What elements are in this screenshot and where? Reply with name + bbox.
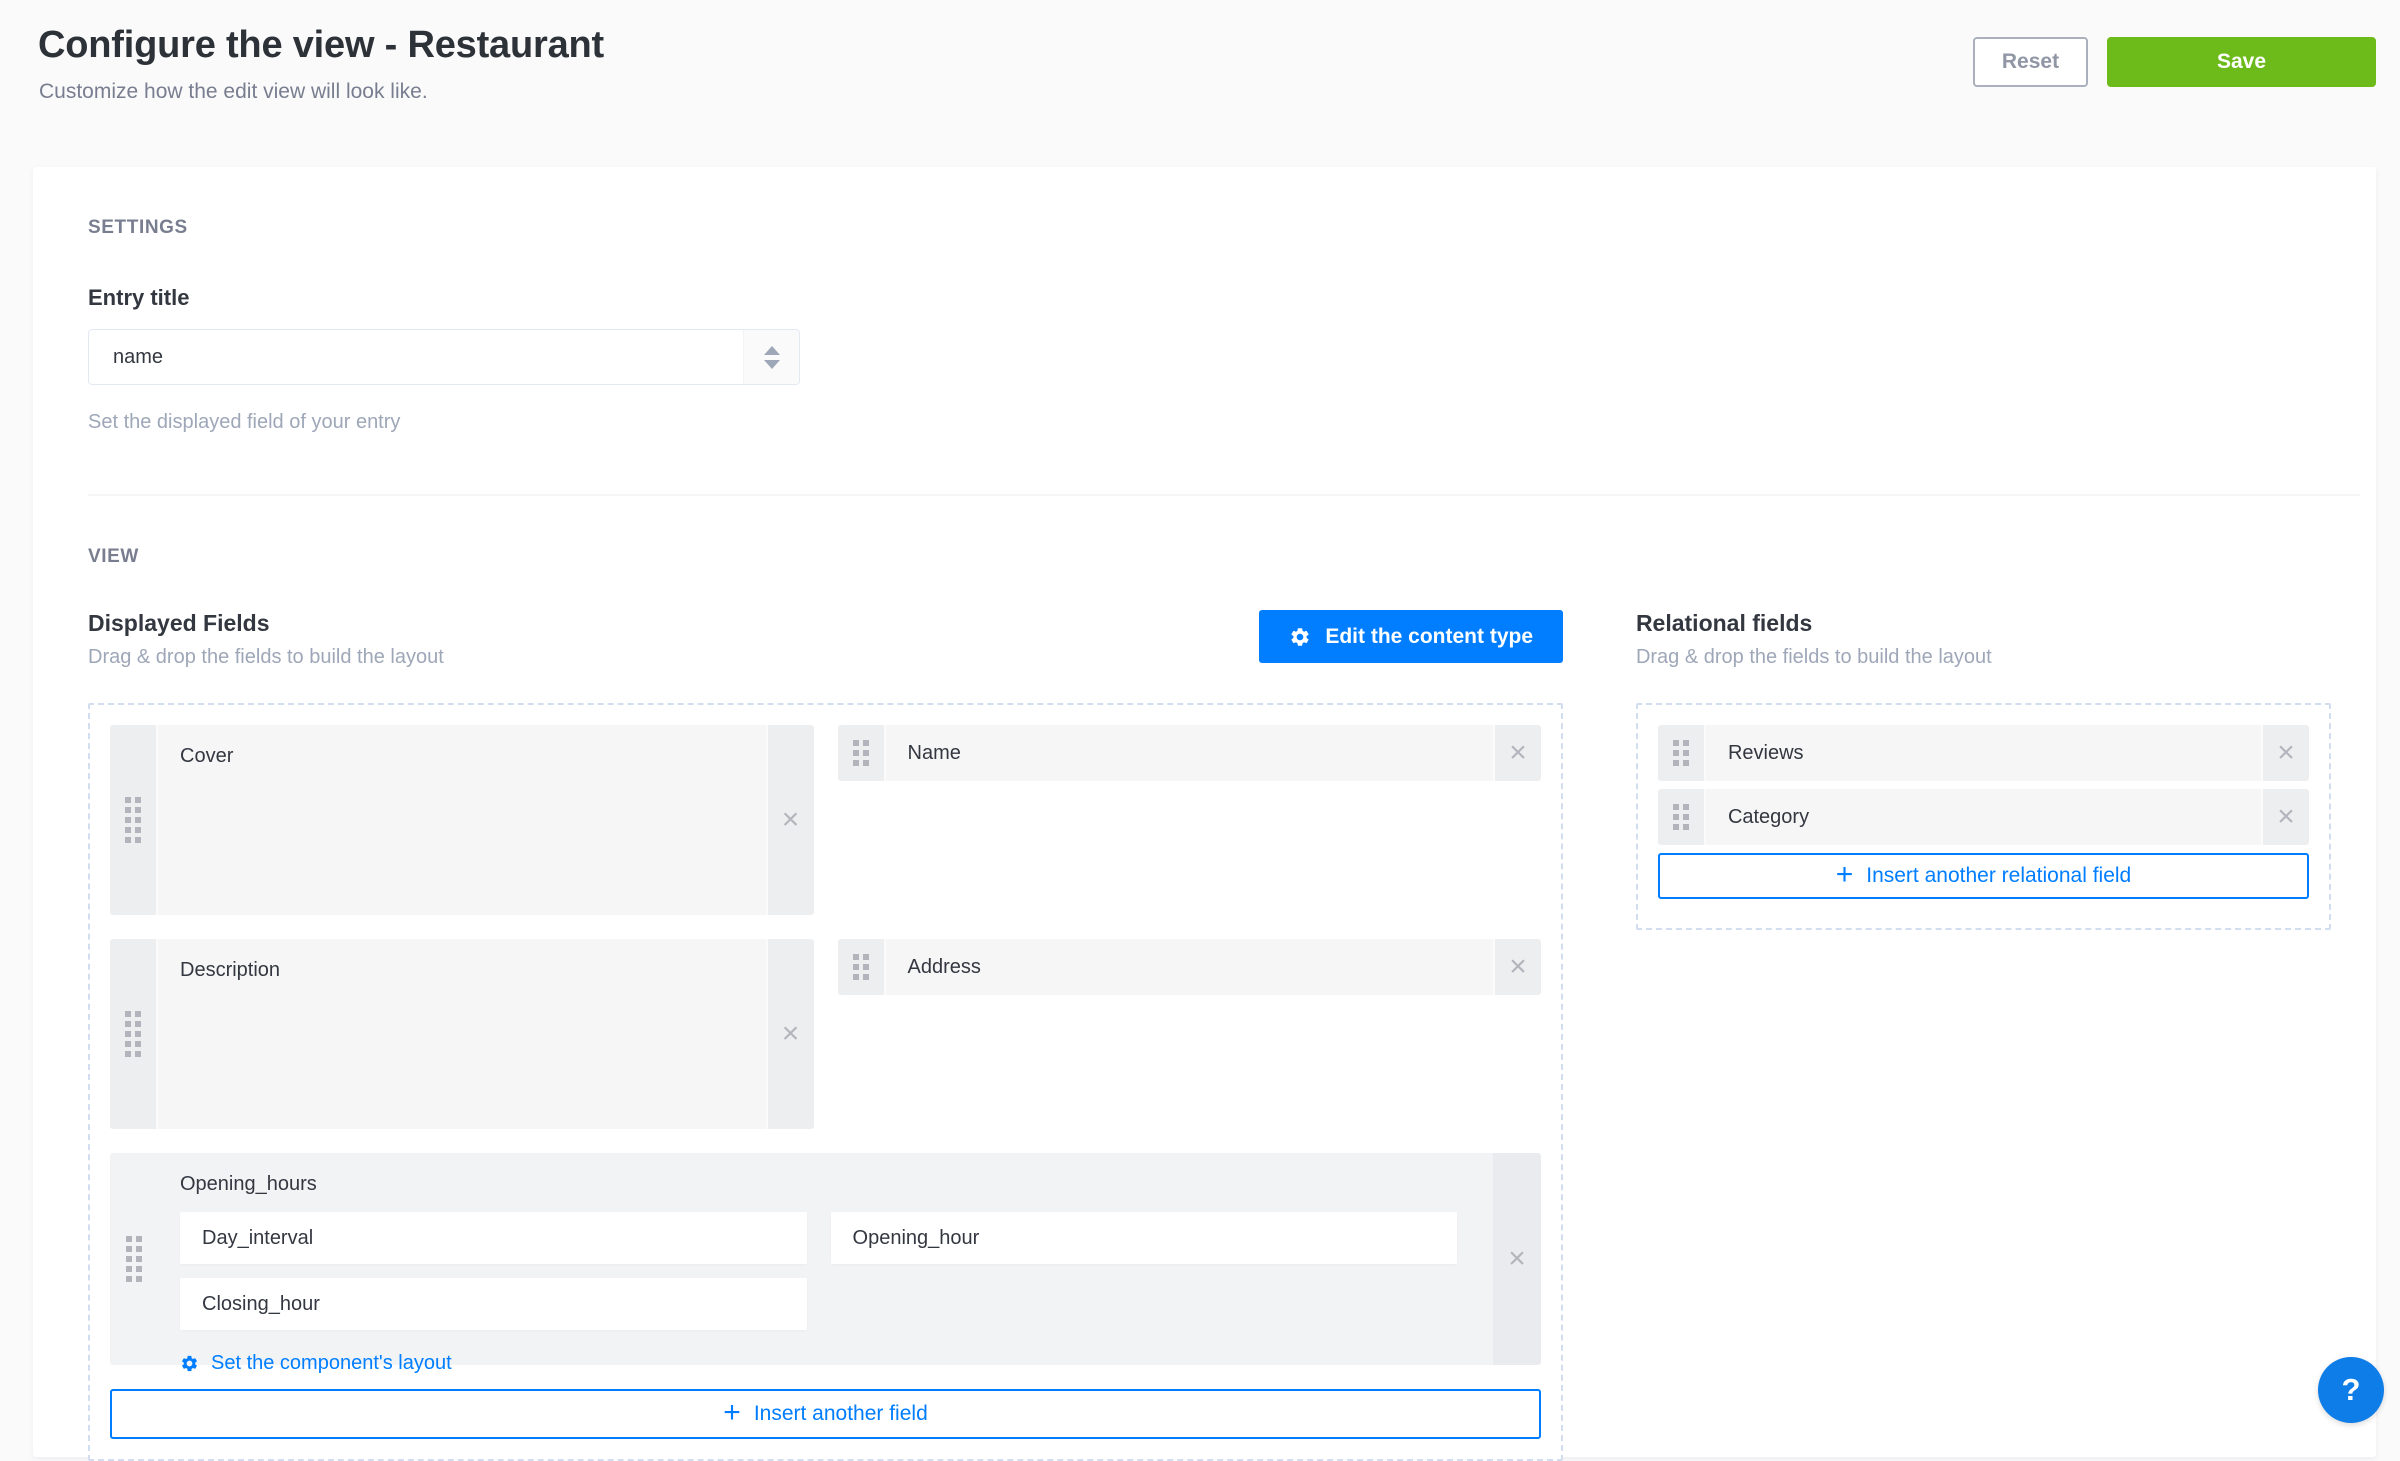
relational-fields-heading: Relational fields Drag & drop the fields…	[1636, 610, 1992, 669]
select-arrows-icon[interactable]	[743, 330, 799, 384]
component-content: Opening_hours Day_interval Opening_hour …	[158, 1153, 1493, 1365]
arrow-down-icon	[764, 360, 780, 369]
field-label: Cover	[180, 745, 233, 767]
displayed-fields-dropzone: Cover × Name	[88, 703, 1563, 1461]
entry-title-select-value: name	[89, 330, 743, 384]
relational-fields-column: Relational fields Drag & drop the fields…	[1636, 610, 2331, 930]
subfield-box-closing-hour[interactable]: Closing_hour	[180, 1278, 807, 1330]
field-label: Address	[908, 956, 981, 979]
remove-strip[interactable]: ×	[768, 939, 814, 1129]
close-icon[interactable]: ×	[1509, 738, 1527, 768]
close-icon[interactable]: ×	[2277, 802, 2295, 832]
field-label: Reviews	[1728, 742, 1804, 765]
remove-strip[interactable]: ×	[1495, 725, 1541, 781]
edit-content-type-label: Edit the content type	[1325, 625, 1533, 649]
remove-strip[interactable]: ×	[2263, 789, 2309, 845]
subfield-label: Opening_hour	[853, 1227, 980, 1250]
drag-handle-icon[interactable]	[853, 740, 869, 766]
field-content: Reviews	[1704, 725, 2263, 781]
close-icon[interactable]: ×	[782, 1019, 800, 1049]
view-section-label: VIEW	[88, 546, 2331, 568]
remove-strip[interactable]: ×	[1495, 939, 1541, 995]
drag-handle-icon[interactable]	[125, 1011, 141, 1057]
displayed-fields-subtitle: Drag & drop the fields to build the layo…	[88, 646, 444, 669]
section-divider	[88, 494, 2360, 496]
gear-icon	[1289, 626, 1311, 648]
component-box-opening-hours[interactable]: Opening_hours Day_interval Opening_hour …	[110, 1153, 1541, 1365]
drag-strip[interactable]	[110, 1153, 158, 1365]
drag-strip[interactable]	[838, 725, 884, 781]
subfield-label: Day_interval	[202, 1227, 313, 1250]
settings-section-label: SETTINGS	[88, 217, 2331, 239]
gear-icon	[180, 1354, 199, 1373]
remove-strip[interactable]: ×	[2263, 725, 2309, 781]
field-label: Category	[1728, 806, 1809, 829]
drag-handle-icon[interactable]	[126, 1236, 142, 1282]
displayed-fields-column: Displayed Fields Drag & drop the fields …	[88, 610, 1563, 1461]
field-content: Description	[156, 939, 768, 1129]
field-box-description[interactable]: Description ×	[110, 939, 814, 1129]
drag-strip[interactable]	[110, 939, 156, 1129]
field-content: Address	[884, 939, 1496, 995]
component-label: Opening_hours	[180, 1173, 1457, 1196]
view-columns: Displayed Fields Drag & drop the fields …	[88, 610, 2331, 1461]
relational-fields-subtitle: Drag & drop the fields to build the layo…	[1636, 646, 1992, 669]
field-content: Name	[884, 725, 1496, 781]
subfield-box-opening-hour[interactable]: Opening_hour	[831, 1212, 1458, 1264]
close-icon[interactable]: ×	[1509, 952, 1527, 982]
edit-content-type-button[interactable]: Edit the content type	[1259, 610, 1563, 663]
page-header: Configure the view - Restaurant Customiz…	[0, 0, 2400, 167]
component-subfields-grid: Day_interval Opening_hour Closing_hour	[180, 1212, 1457, 1330]
field-box-name[interactable]: Name ×	[838, 725, 1542, 781]
entry-title-select[interactable]: name	[88, 329, 800, 385]
drag-strip[interactable]	[1658, 789, 1704, 845]
displayed-fields-header: Displayed Fields Drag & drop the fields …	[88, 610, 1563, 669]
page-title: Configure the view - Restaurant	[38, 24, 604, 67]
help-button[interactable]: ?	[2318, 1357, 2384, 1423]
arrow-up-icon	[764, 346, 780, 355]
field-box-reviews[interactable]: Reviews ×	[1658, 725, 2309, 781]
insert-another-field-label: Insert another field	[754, 1402, 928, 1426]
close-icon[interactable]: ×	[782, 805, 800, 835]
entry-title-label: Entry title	[88, 285, 2331, 311]
field-content: Category	[1704, 789, 2263, 845]
insert-another-relational-field-label: Insert another relational field	[1866, 864, 2131, 888]
field-label: Name	[908, 742, 961, 765]
question-mark-icon: ?	[2342, 1372, 2361, 1408]
relational-fields-dropzone: Reviews × Category ×	[1636, 703, 2331, 930]
drag-strip[interactable]	[110, 725, 156, 915]
field-box-address[interactable]: Address ×	[838, 939, 1542, 995]
entry-title-help: Set the displayed field of your entry	[88, 411, 2331, 434]
drag-strip[interactable]	[1658, 725, 1704, 781]
fields-grid: Cover × Name	[110, 725, 1541, 1439]
relational-fields-title: Relational fields	[1636, 610, 1992, 637]
displayed-fields-title: Displayed Fields	[88, 610, 444, 637]
drag-handle-icon[interactable]	[853, 954, 869, 980]
drag-handle-icon[interactable]	[1673, 740, 1689, 766]
subfield-label: Closing_hour	[202, 1293, 320, 1316]
field-box-category[interactable]: Category ×	[1658, 789, 2309, 845]
field-label: Description	[180, 959, 280, 981]
drag-handle-icon[interactable]	[125, 797, 141, 843]
field-content: Cover	[156, 725, 768, 915]
remove-strip[interactable]: ×	[1493, 1153, 1541, 1365]
field-box-cover[interactable]: Cover ×	[110, 725, 814, 915]
drag-strip[interactable]	[838, 939, 884, 995]
configure-view-card: SETTINGS Entry title name Set the displa…	[33, 167, 2376, 1457]
close-icon[interactable]: ×	[2277, 738, 2295, 768]
insert-another-relational-field-button[interactable]: + Insert another relational field	[1658, 853, 2309, 899]
relational-fields-header: Relational fields Drag & drop the fields…	[1636, 610, 2331, 669]
displayed-fields-heading: Displayed Fields Drag & drop the fields …	[88, 610, 444, 669]
drag-handle-icon[interactable]	[1673, 804, 1689, 830]
page-subtitle: Customize how the edit view will look li…	[39, 80, 428, 104]
set-component-layout-label: Set the component's layout	[211, 1352, 452, 1375]
set-component-layout-link[interactable]: Set the component's layout	[180, 1352, 452, 1375]
close-icon[interactable]: ×	[1508, 1244, 1526, 1274]
save-button[interactable]: Save	[2107, 37, 2376, 87]
reset-button[interactable]: Reset	[1973, 37, 2088, 87]
insert-another-field-button[interactable]: + Insert another field	[110, 1389, 1541, 1439]
subfield-box-day-interval[interactable]: Day_interval	[180, 1212, 807, 1264]
remove-strip[interactable]: ×	[768, 725, 814, 915]
